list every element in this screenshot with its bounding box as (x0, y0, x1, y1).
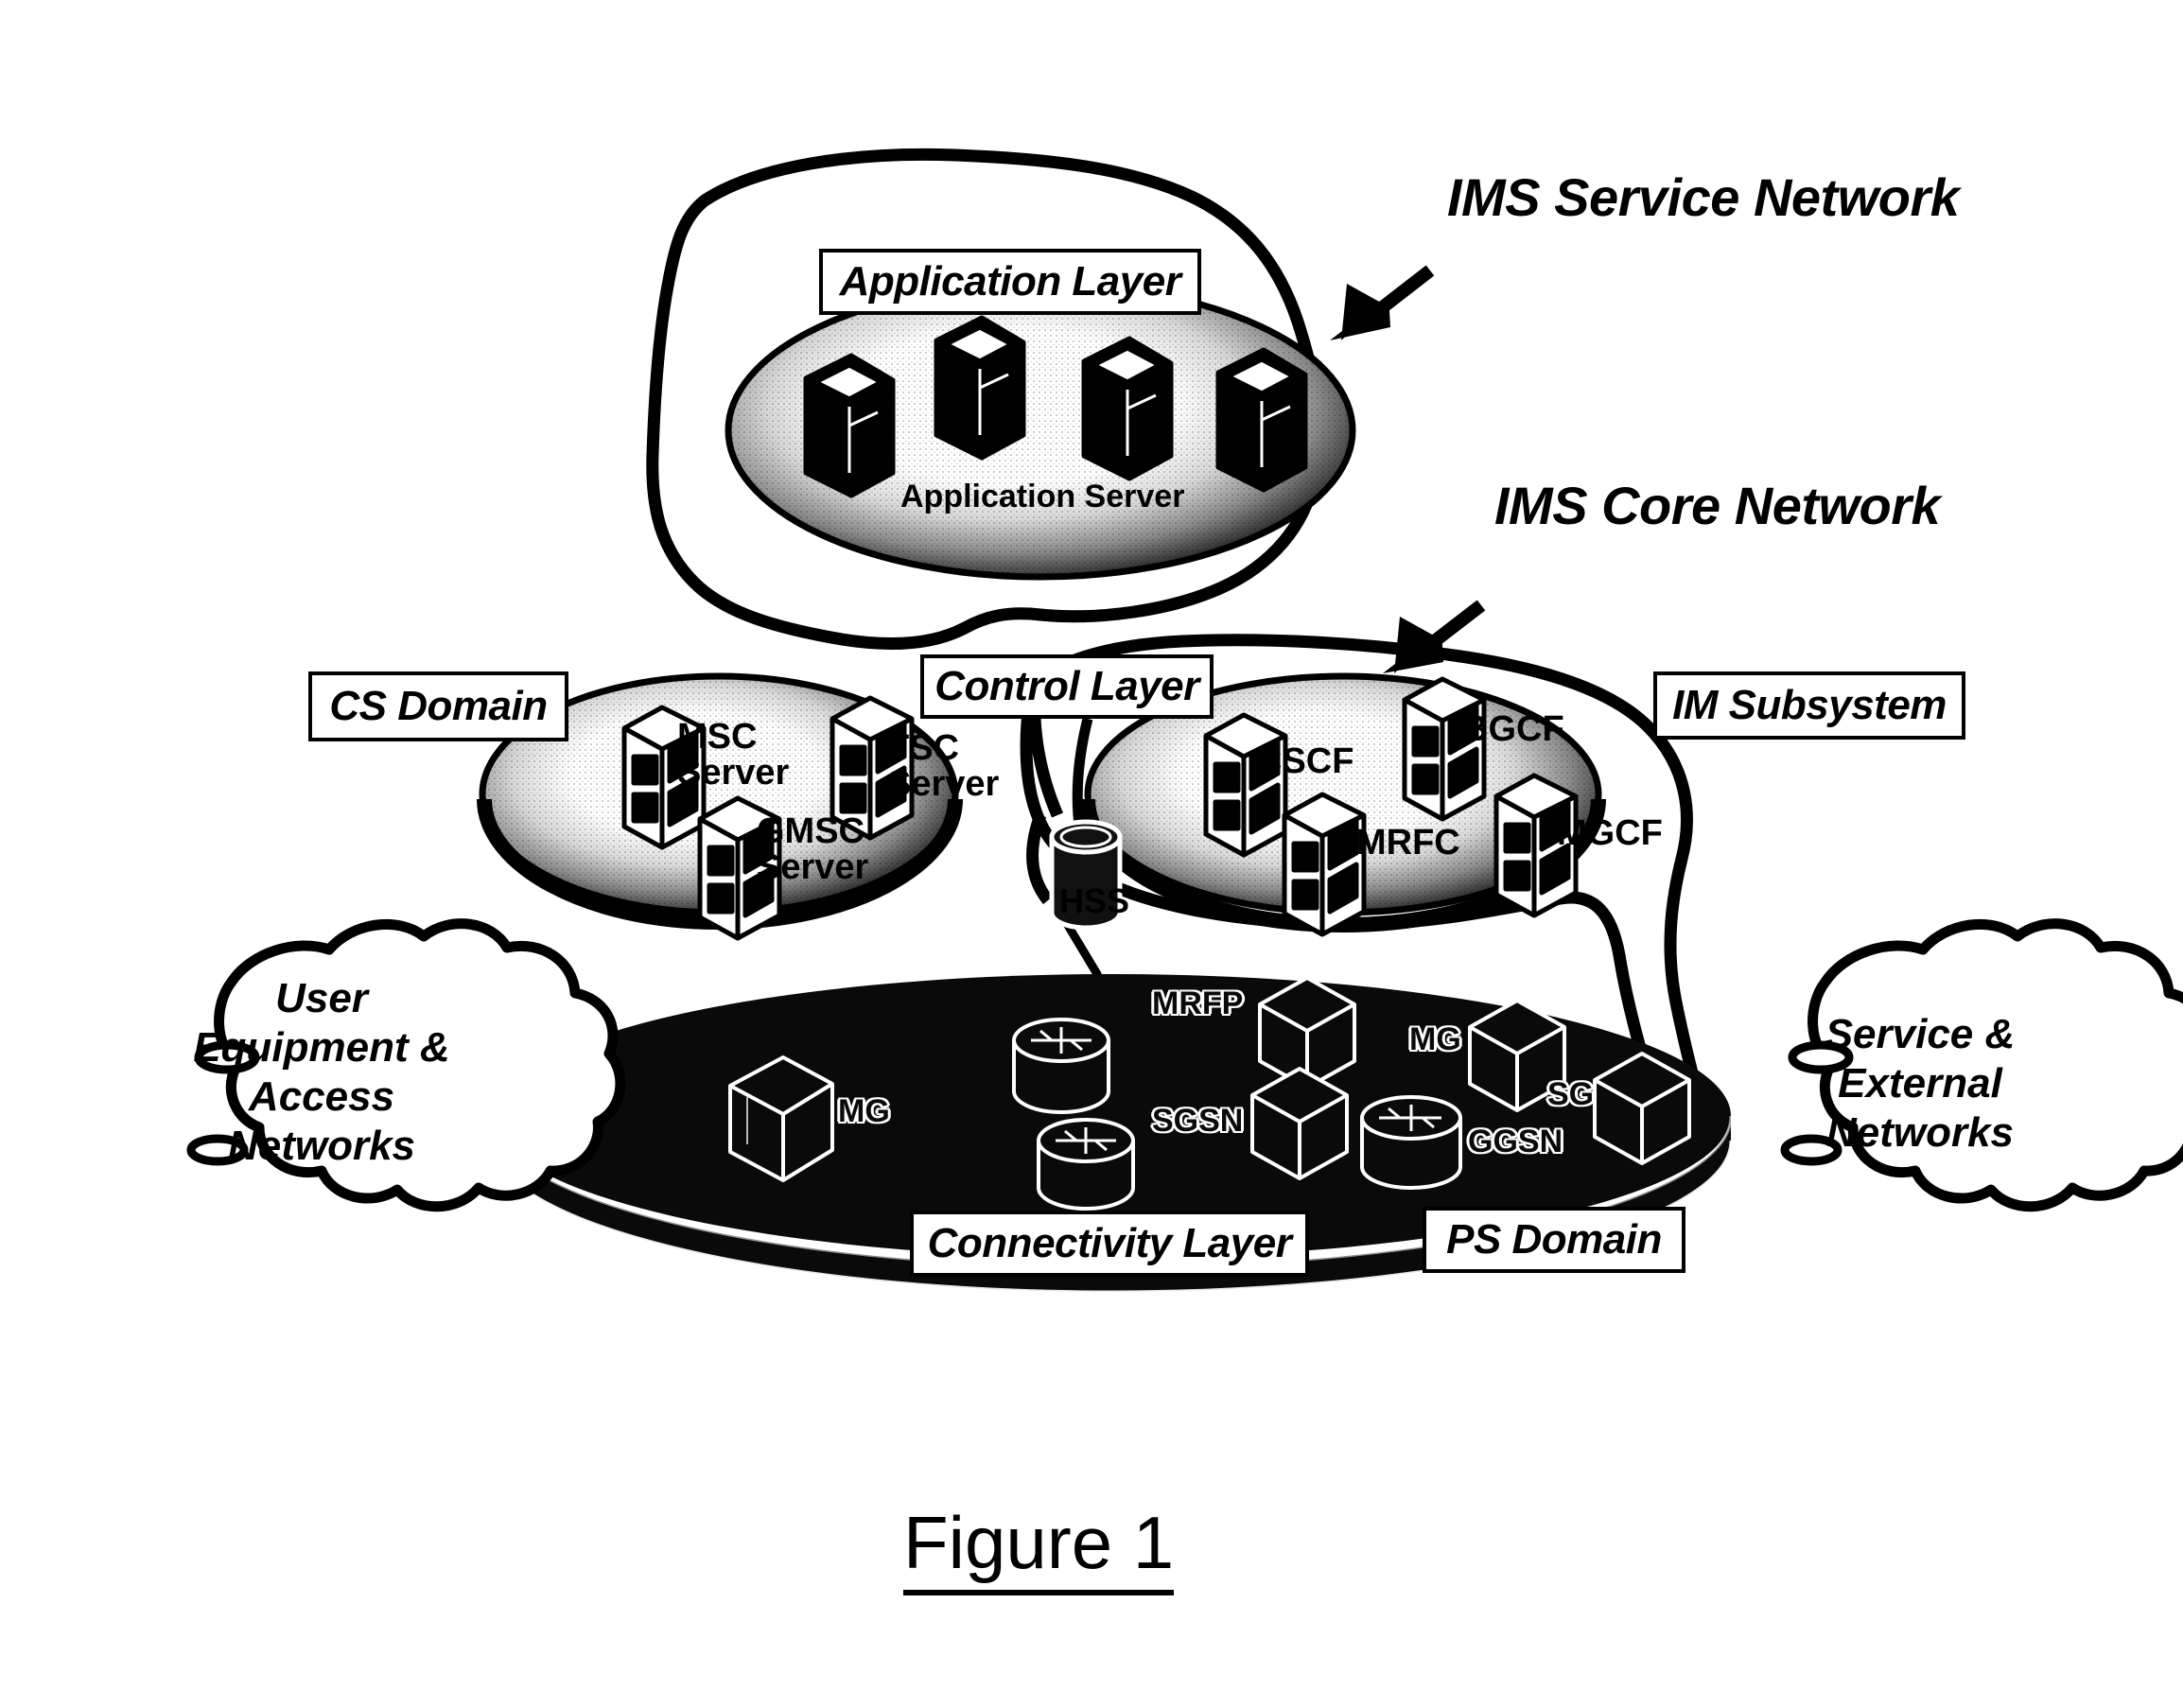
mg-right-label: MG (1409, 1021, 1461, 1057)
application-layer-box[interactable]: Application Layer (819, 249, 1201, 315)
ims-core-network-label: IMS Core Network (1494, 476, 1941, 535)
user-equipment-cloud-text: User Equipment & Access Networks (180, 974, 463, 1171)
bgcf-label: BGCF (1462, 709, 1564, 749)
sg-label: SG (1547, 1076, 1595, 1112)
gmsc-server-label: GMSC Server (757, 811, 869, 887)
cloud-line-2: Equipment & (193, 1023, 450, 1071)
sgsn-icon (1250, 1067, 1349, 1180)
cloud-line-3: Networks (1825, 1108, 2015, 1156)
ggsn-label: GGSN (1468, 1124, 1563, 1159)
ims-service-network-label: IMS Service Network (1447, 167, 1960, 227)
cloud-line-1: User (275, 975, 368, 1021)
msc-server-label: MSC Server (677, 717, 790, 793)
mrfc-label: MRFC (1356, 823, 1460, 863)
service-external-cloud-text: Service & External Networks (1778, 1010, 2062, 1158)
sgsn-label: SGSN (1152, 1103, 1244, 1139)
figure-canvas: IMS Service Network IMS Core Network App… (0, 0, 2183, 1708)
connectivity-layer-box[interactable]: Connectivity Layer (910, 1211, 1309, 1277)
cloud-line-1: Service & (1825, 1011, 2016, 1057)
app-server-icon-4 (1215, 347, 1308, 493)
app-server-icon-3 (1081, 336, 1174, 481)
hss-label: HSS (1059, 881, 1130, 920)
app-server-icon-1 (803, 353, 896, 498)
figure-caption: Figure 1 (903, 1500, 1175, 1595)
mrfp-label: MRFP (1152, 985, 1244, 1021)
cloud-line-3: Access (248, 1072, 395, 1120)
ggsn-icon (1360, 1095, 1462, 1190)
control-layer-box[interactable]: Control Layer (920, 654, 1214, 719)
cscf-label: CSCF (1256, 741, 1354, 781)
application-server-label: Application Server (900, 479, 1185, 514)
im-subsystem-box[interactable]: IM Subsystem (1653, 671, 1965, 740)
mg-left-label: MG (838, 1093, 890, 1129)
mrfc-icon (1282, 792, 1367, 937)
router-disc-center (1012, 1018, 1110, 1114)
cloud-line-4: Networks (227, 1122, 416, 1169)
bgcf-icon (1402, 676, 1487, 822)
figure-caption-text: Figure 1 (903, 1500, 1175, 1595)
ps-domain-box[interactable]: PS Domain (1423, 1207, 1685, 1273)
app-server-icon-2 (934, 315, 1026, 461)
cs-domain-box[interactable]: CS Domain (308, 671, 568, 741)
cloud-line-2: External (1838, 1059, 2002, 1107)
sg-icon (1593, 1052, 1691, 1165)
router-disc-lower (1037, 1118, 1135, 1211)
mgcf-label: MGCF (1557, 813, 1663, 853)
cscf-icon (1203, 712, 1288, 858)
tsc-server-label: TSC Server (887, 728, 1000, 804)
ims-service-network-arrow (1330, 265, 1435, 340)
